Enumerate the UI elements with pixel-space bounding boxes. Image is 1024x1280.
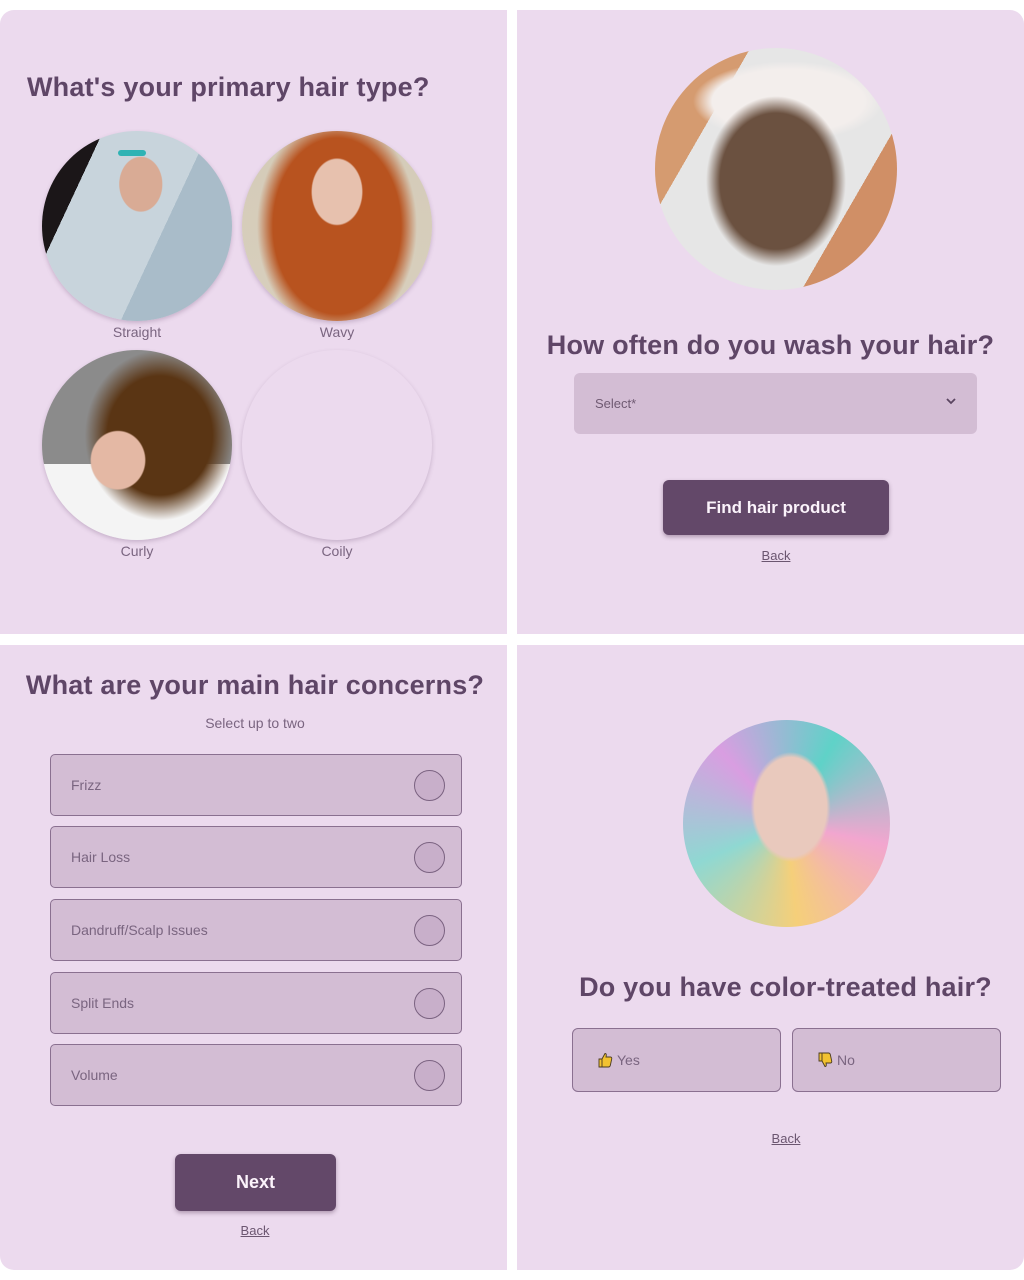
hair-type-title: What's your primary hair type? <box>27 72 430 102</box>
next-button[interactable]: Next <box>175 1154 336 1211</box>
no-label: No <box>837 1052 855 1068</box>
color-treated-title: Do you have color-treated hair? <box>579 972 992 1002</box>
radio-button[interactable] <box>414 1060 445 1091</box>
thumbs-down-icon <box>818 1052 833 1067</box>
concern-label: Frizz <box>71 777 102 793</box>
hair-concerns-title: What are your main hair concerns? <box>25 670 485 700</box>
hair-option-label: Wavy <box>319 324 355 340</box>
hair-option-label: Coily <box>321 543 353 559</box>
hair-option-straight[interactable]: Straight <box>41 131 233 340</box>
concern-option-hair-loss[interactable]: Hair Loss <box>50 826 462 888</box>
back-link[interactable]: Back <box>0 1223 507 1238</box>
hair-option-curly[interactable]: Curly <box>41 350 233 559</box>
wavy-hair-photo <box>242 131 432 321</box>
concern-label: Hair Loss <box>71 849 131 865</box>
hair-option-label: Straight <box>112 324 162 340</box>
hair-concerns-subtitle: Select up to two <box>205 715 305 731</box>
yes-button[interactable]: Yes <box>572 1028 781 1092</box>
concern-option-volume[interactable]: Volume <box>50 1044 462 1106</box>
radio-button[interactable] <box>414 842 445 873</box>
hair-option-wavy[interactable]: Wavy <box>241 131 433 340</box>
radio-button[interactable] <box>414 770 445 801</box>
chevron-down-icon <box>946 398 956 405</box>
find-hair-product-button[interactable]: Find hair product <box>663 480 889 535</box>
concern-option-dandruff[interactable]: Dandruff/Scalp Issues <box>50 899 462 961</box>
hair-type-panel: What's your primary hair type? Straight … <box>0 10 507 634</box>
radio-button[interactable] <box>414 915 445 946</box>
hair-concerns-panel: What are your main hair concerns? Select… <box>0 645 507 1270</box>
hair-option-coily[interactable]: Coily <box>241 350 433 559</box>
wash-frequency-title: How often do you wash your hair? <box>546 330 995 360</box>
concern-option-split-ends[interactable]: Split Ends <box>50 972 462 1034</box>
wash-frequency-panel: How often do you wash your hair? Select*… <box>517 10 1024 634</box>
curly-hair-photo <box>42 350 232 540</box>
yes-label: Yes <box>617 1052 640 1068</box>
concern-label: Volume <box>71 1067 118 1083</box>
thumbs-up-icon <box>598 1053 613 1068</box>
hair-washing-photo <box>655 48 897 290</box>
concern-option-frizz[interactable]: Frizz <box>50 754 462 816</box>
coily-hair-photo-placeholder <box>242 350 432 540</box>
straight-hair-photo <box>42 131 232 321</box>
back-link[interactable]: Back <box>517 548 1024 563</box>
back-link[interactable]: Back <box>517 1131 1024 1146</box>
no-button[interactable]: No <box>792 1028 1001 1092</box>
concern-label: Dandruff/Scalp Issues <box>71 922 208 938</box>
select-placeholder: Select* <box>595 396 637 411</box>
radio-button[interactable] <box>414 988 445 1019</box>
concern-label: Split Ends <box>71 995 135 1011</box>
wash-frequency-select[interactable]: Select* <box>574 373 977 434</box>
color-treated-panel: Do you have color-treated hair? Yes No B… <box>517 645 1024 1270</box>
hair-option-label: Curly <box>120 543 154 559</box>
colored-hair-photo <box>683 720 890 927</box>
